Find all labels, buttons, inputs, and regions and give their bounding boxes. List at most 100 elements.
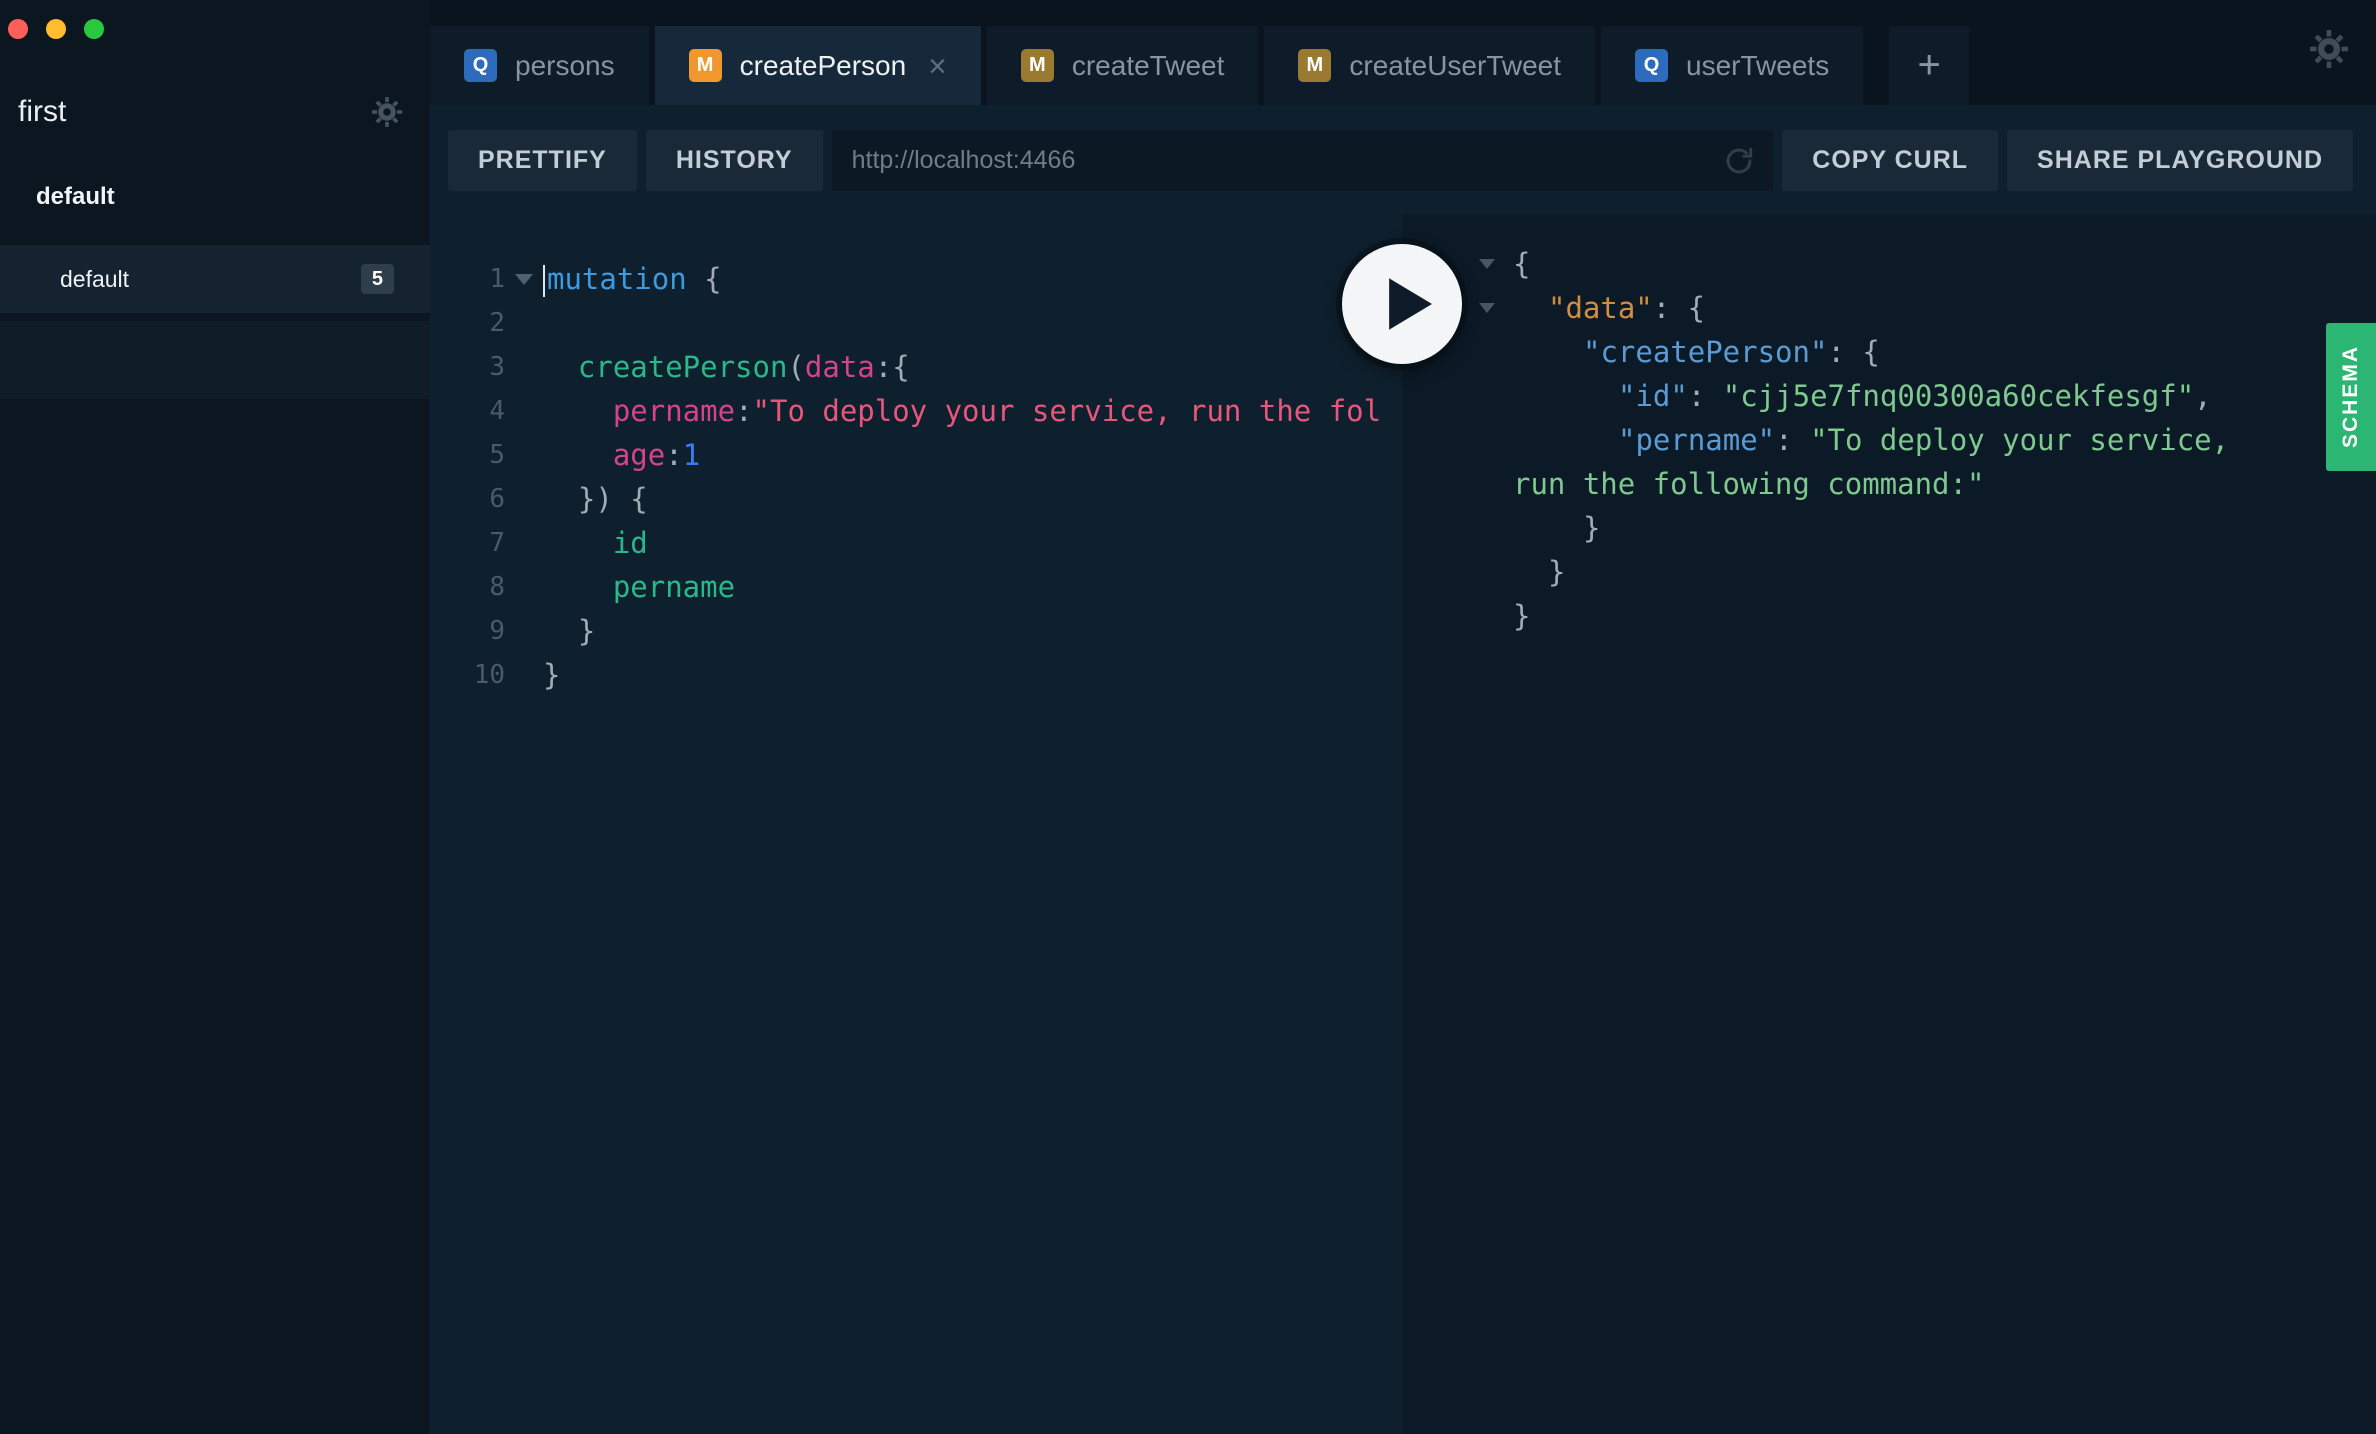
fold-caret-icon[interactable]: [505, 274, 543, 285]
response-line: "createPerson": {: [1402, 330, 2376, 374]
close-window-button[interactable]: [8, 19, 28, 39]
response-token: run the following command:": [1513, 467, 1984, 501]
reload-schema-icon[interactable]: [1723, 145, 1755, 177]
code-token: id: [613, 526, 648, 560]
code-text: }) {: [543, 482, 648, 516]
response-text: run the following command:": [1513, 467, 1984, 501]
tab-createUserTweet[interactable]: McreateUserTweet: [1264, 26, 1595, 105]
code-line: 9 }: [430, 609, 1402, 653]
minimize-window-button[interactable]: [46, 19, 66, 39]
query-editor[interactable]: 1 mutation { 2 3 createPerson(data:{ 4 perna…: [430, 214, 1402, 1434]
history-button[interactable]: HISTORY: [646, 130, 823, 191]
prettify-button[interactable]: PRETTIFY: [448, 130, 637, 191]
response-token: "pername": [1618, 423, 1775, 457]
add-tab-button[interactable]: +: [1889, 26, 1969, 105]
code-line: 3 createPerson(data:{: [430, 345, 1402, 389]
collapse-caret-icon[interactable]: [1479, 303, 1513, 313]
tab-label: createTweet: [1072, 50, 1225, 82]
share-playground-button[interactable]: SHARE PLAYGROUND: [2007, 130, 2353, 191]
code-token: {: [687, 262, 722, 296]
response-viewer: { "data": { "createPerson": { "id": "cjj5e7…: [1402, 214, 2376, 1434]
response-token: }: [1583, 511, 1600, 545]
close-tab-icon[interactable]: ×: [928, 50, 947, 82]
tab-createTweet[interactable]: McreateTweet: [987, 26, 1259, 105]
tab-createPerson[interactable]: McreatePerson×: [655, 26, 981, 105]
response-token: :: [1688, 379, 1723, 413]
code-line: 6 }) {: [430, 477, 1402, 521]
workspace-settings-gear-icon[interactable]: [372, 97, 402, 127]
code-token: }: [543, 658, 560, 692]
response-token: "createPerson": [1583, 335, 1827, 369]
sidebar-item-default[interactable]: default 5: [0, 245, 430, 313]
mutation-badge: M: [1298, 49, 1331, 82]
response-token: : {: [1827, 335, 1879, 369]
query-badge: Q: [1635, 49, 1668, 82]
sidebar-item-label: default: [60, 266, 129, 293]
line-number: 2: [430, 308, 505, 338]
collapse-caret-icon[interactable]: [1479, 259, 1513, 269]
code-line: 7 id: [430, 521, 1402, 565]
line-number: 8: [430, 572, 505, 602]
project-name: default: [36, 183, 430, 211]
code-token: age: [613, 438, 665, 472]
code-token: data: [805, 350, 875, 384]
response-text: }: [1513, 511, 1600, 545]
text-cursor: [543, 265, 545, 297]
code-token: [543, 526, 613, 560]
code-token: }: [543, 614, 595, 648]
tab-label: createUserTweet: [1349, 50, 1561, 82]
sidebar-empty-row: [0, 321, 430, 399]
panes: 1 mutation { 2 3 createPerson(data:{ 4 perna…: [430, 214, 2376, 1434]
graphql-playground-window: first default default 5 QpersonsMcreateP…: [0, 0, 2376, 1434]
response-line: }: [1402, 594, 2376, 638]
tab-persons[interactable]: Qpersons: [430, 26, 649, 105]
code-token: {: [892, 350, 909, 384]
response-token: }: [1548, 555, 1565, 589]
execute-button[interactable]: [1342, 244, 1462, 364]
tab-userTweets[interactable]: QuserTweets: [1601, 26, 1863, 105]
code-line: 8 pername: [430, 565, 1402, 609]
line-number: 4: [430, 396, 505, 426]
schema-tab[interactable]: SCHEMA: [2326, 323, 2376, 471]
response-line: run the following command:": [1402, 462, 2376, 506]
code-token: :: [665, 438, 682, 472]
code-line: 5 age:1: [430, 433, 1402, 477]
response-text: "createPerson": {: [1513, 335, 1880, 369]
zoom-window-button[interactable]: [84, 19, 104, 39]
tab-label: createPerson: [740, 50, 907, 82]
endpoint-url-box: [832, 130, 1774, 191]
code-token: }) {: [543, 482, 648, 516]
line-number: 1: [430, 264, 505, 294]
code-token: :: [875, 350, 892, 384]
code-token: [543, 438, 613, 472]
response-token: "To deploy your service,: [1810, 423, 2229, 457]
tab-label: persons: [515, 50, 615, 82]
schema-tab-label: SCHEMA: [2339, 345, 2363, 448]
code-line: 1 mutation {: [430, 257, 1402, 301]
code-text: }: [543, 614, 595, 648]
code-token: createPerson: [578, 350, 788, 384]
code-token: [543, 570, 613, 604]
code-text: mutation {: [543, 262, 722, 297]
tab-label: userTweets: [1686, 50, 1829, 82]
line-number: 3: [430, 352, 505, 382]
response-line: {: [1402, 242, 2376, 286]
response-token: ,: [2194, 379, 2211, 413]
response-text: {: [1513, 247, 1530, 281]
response-text: "id": "cjj5e7fnq00300a60cekfesgf",: [1513, 379, 2212, 413]
copy-curl-button[interactable]: COPY CURL: [1782, 130, 1998, 191]
code-token: pername: [613, 570, 735, 604]
code-text: age:1: [543, 438, 700, 472]
response-line: }: [1402, 506, 2376, 550]
response-text: }: [1513, 599, 1530, 633]
response-line: }: [1402, 550, 2376, 594]
session-count-badge: 5: [361, 264, 394, 294]
code-token: :: [735, 394, 752, 428]
settings-gear-icon[interactable]: [2310, 30, 2348, 68]
response-token: :: [1775, 423, 1810, 457]
response-token: {: [1513, 247, 1530, 281]
endpoint-url-input[interactable]: [850, 145, 1710, 176]
code-token: [543, 394, 613, 428]
main-area: Qpersons McreatePerson × McreateTweetMcreat…: [430, 0, 2376, 1434]
response-text: "data": {: [1513, 291, 1705, 325]
